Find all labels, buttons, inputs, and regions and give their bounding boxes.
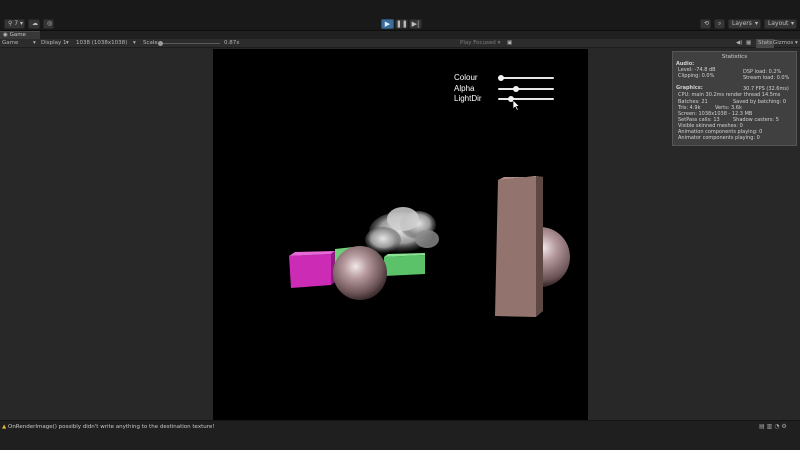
chevron-down-icon: ▾ bbox=[754, 20, 758, 27]
stats-toggle[interactable]: Stats bbox=[756, 39, 775, 48]
chevron-down-icon: ▾ bbox=[497, 40, 501, 46]
game-view-toolbar: Game ▾ Display 1 ▾ 1038 (1038x1038) ▾ Sc… bbox=[0, 39, 800, 48]
layout-label: Layout bbox=[768, 20, 789, 27]
cloud-icon: ☁ bbox=[32, 20, 38, 27]
layers-dropdown[interactable]: Layers ▾ bbox=[728, 19, 761, 29]
layout-dropdown[interactable]: Layout ▾ bbox=[764, 19, 797, 29]
colour-label: Colour bbox=[454, 73, 478, 82]
progress-icon[interactable]: ◔ bbox=[774, 423, 779, 430]
chevron-down-icon: ▾ bbox=[133, 40, 136, 46]
stats-cpu: CPU: main 30.2ms render thread 14.5ms bbox=[678, 92, 781, 98]
search-icon: ⌕ bbox=[718, 20, 722, 27]
scale-label: Scale bbox=[143, 40, 158, 46]
collab-button[interactable]: ◎ bbox=[43, 19, 54, 29]
step-button[interactable]: ▶| bbox=[409, 19, 422, 29]
step-icon: ▶| bbox=[411, 20, 420, 28]
scale-value: 0.87x bbox=[224, 40, 240, 46]
play-focused-label: Play Focused bbox=[460, 40, 496, 46]
mute-toggle[interactable]: ▣ bbox=[507, 39, 512, 48]
chevron-down-icon: ▾ bbox=[795, 40, 798, 46]
game-tab-icon: ◉ bbox=[3, 32, 8, 38]
alpha-slider[interactable] bbox=[498, 86, 554, 92]
pause-icon: ❚❚ bbox=[396, 20, 408, 28]
chevron-down-icon: ▾ bbox=[66, 40, 69, 46]
lightdir-slider[interactable] bbox=[498, 96, 554, 102]
play-icon: ▶ bbox=[384, 20, 391, 28]
grid-icon: ▦ bbox=[746, 40, 752, 46]
alpha-label: Alpha bbox=[454, 84, 475, 93]
colour-slider-knob[interactable] bbox=[498, 75, 504, 81]
debug-icon[interactable]: ▤ bbox=[759, 423, 765, 430]
display-select[interactable]: Display 1 ▾ bbox=[41, 39, 71, 48]
history-button[interactable]: ⟲ bbox=[700, 19, 711, 29]
lightdir-label: LightDir bbox=[454, 94, 482, 103]
display-select-value: Display 1 bbox=[41, 40, 67, 46]
tall-pillar bbox=[495, 176, 543, 317]
pause-button[interactable]: ❚❚ bbox=[395, 19, 408, 29]
tab-bar: ◉ Game bbox=[0, 31, 800, 39]
collab-icon: ◎ bbox=[47, 20, 53, 27]
camera-icon: ▣ bbox=[507, 40, 513, 46]
account-dropdown-label: ⚲ 7 ▾ bbox=[8, 20, 24, 27]
alpha-slider-knob[interactable] bbox=[513, 86, 519, 92]
colour-slider[interactable] bbox=[498, 75, 554, 81]
speaker-icon: ◀) bbox=[736, 40, 743, 46]
mouse-cursor-icon bbox=[513, 100, 521, 111]
audio-mute-button[interactable]: ◀) bbox=[736, 39, 742, 48]
stats-stream-load: Stream load: 0.0% bbox=[743, 75, 790, 81]
resolution-select[interactable]: 1038 (1038x1038) ▾ bbox=[76, 39, 138, 48]
history-icon: ⟲ bbox=[704, 20, 710, 27]
game-viewport[interactable]: Colour Alpha LightDir bbox=[213, 49, 588, 420]
account-dropdown[interactable]: ⚲ 7 ▾ bbox=[4, 19, 25, 29]
stats-label: Stats bbox=[758, 40, 773, 46]
view-select[interactable]: Game ▾ bbox=[2, 39, 38, 48]
status-bar: ▲ OnRenderImage() possibly didn't write … bbox=[0, 420, 800, 450]
play-button[interactable]: ▶ bbox=[381, 19, 394, 29]
scale-slider[interactable] bbox=[158, 41, 220, 46]
main-toolbar: ⚲ 7 ▾ ☁ ◎ ▶ ❚❚ ▶| ⟲ ⌕ Layers ▾ Layout ▾ bbox=[0, 0, 800, 31]
magenta-cube bbox=[289, 251, 335, 288]
stats-graphics-header: Graphics: bbox=[676, 85, 703, 91]
view-select-value: Game bbox=[2, 40, 19, 46]
tab-game-label: Game bbox=[9, 32, 26, 38]
resolution-select-value: 1038 (1038x1038) bbox=[76, 40, 128, 46]
chevron-down-icon: ▾ bbox=[790, 20, 794, 27]
cloud-particles bbox=[365, 207, 439, 253]
cache-icon[interactable]: ▥ bbox=[767, 423, 773, 430]
warning-icon: ▲ bbox=[2, 424, 7, 430]
search-button[interactable]: ⌕ bbox=[714, 19, 725, 29]
chevron-down-icon: ▾ bbox=[33, 40, 36, 46]
scale-slider-knob[interactable] bbox=[158, 41, 163, 46]
layers-label: Layers bbox=[732, 20, 752, 27]
play-focused-select[interactable]: Play Focused ▾ bbox=[460, 39, 500, 48]
status-icons: ▤ ▥ ◔ ⚙ bbox=[759, 423, 787, 430]
tab-game[interactable]: ◉ Game bbox=[0, 31, 40, 39]
display-settings-button[interactable]: ▦ bbox=[746, 39, 751, 48]
gizmos-label: Gizmos bbox=[773, 40, 794, 46]
gizmos-toggle[interactable]: Gizmos ▾ bbox=[773, 39, 798, 48]
statistics-panel: Statistics Audio: Level: -74.8 dB DSP lo… bbox=[672, 51, 797, 146]
console-warning[interactable]: ▲ OnRenderImage() possibly didn't write … bbox=[2, 423, 214, 431]
scene-render bbox=[289, 176, 570, 317]
stats-title: Statistics bbox=[721, 54, 748, 60]
stats-animator-components: Animator components playing: 0 bbox=[678, 135, 760, 141]
cloud-button[interactable]: ☁ bbox=[28, 19, 40, 29]
center-sphere bbox=[333, 246, 387, 300]
settings-icon[interactable]: ⚙ bbox=[781, 423, 786, 430]
stats-clipping: Clipping: 0.0% bbox=[678, 73, 715, 79]
warning-text: OnRenderImage() possibly didn't write an… bbox=[7, 424, 215, 430]
